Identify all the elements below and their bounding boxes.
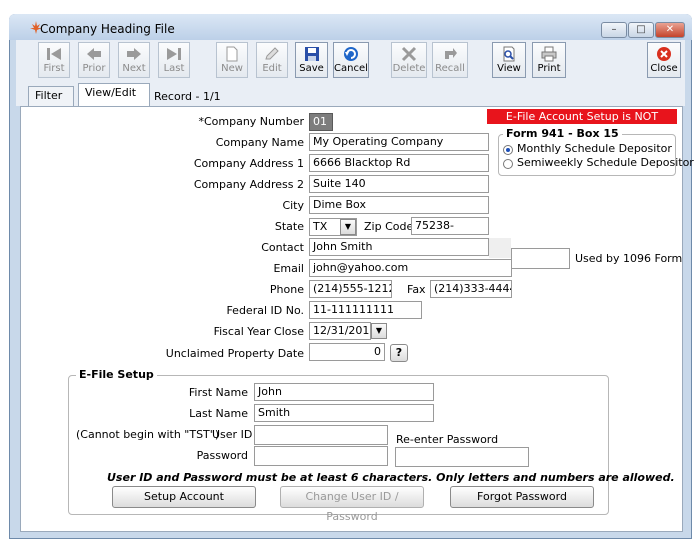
phone-field[interactable]: (214)555-1212 <box>309 280 392 298</box>
contact-label: Contact <box>261 241 304 254</box>
unclaimed-property-date-field[interactable]: 0 <box>309 343 385 361</box>
edit-button[interactable]: Edit <box>256 42 288 78</box>
city-label: City <box>282 199 304 212</box>
city-field[interactable]: Dime Box <box>309 196 489 214</box>
tab-view-edit[interactable]: View/Edit <box>78 83 150 107</box>
form-941-legend: Form 941 - Box 15 <box>503 127 622 140</box>
view-magnifier-icon <box>503 46 515 62</box>
company-address2-field[interactable]: Suite 140 <box>309 175 489 193</box>
userid-note: (Cannot begin with "TST") <box>76 428 220 441</box>
company-name-field[interactable]: My Operating Company <box>309 133 489 151</box>
credential-rule-text: User ID and Password must be at least 6 … <box>107 471 675 484</box>
fiscal-year-close-field[interactable]: 12/31/2011 <box>309 322 371 340</box>
readonly-block <box>489 238 511 258</box>
fax-field[interactable]: (214)333-4444 <box>430 280 512 298</box>
first-name-label: First Name <box>188 386 248 399</box>
tab-filter[interactable]: Filter <box>28 86 74 106</box>
undo-circle-icon <box>344 47 358 61</box>
chevron-down-icon[interactable]: ▼ <box>340 219 356 235</box>
setup-account-button[interactable]: Setup Account <box>112 486 256 508</box>
last-name-label: Last Name <box>189 407 248 420</box>
contact-field[interactable]: John Smith <box>309 238 489 256</box>
email-label: Email <box>273 262 304 275</box>
federal-id-label: Federal ID No. <box>226 304 304 317</box>
company-number-field[interactable]: 01 <box>309 113 333 131</box>
userid-label: User ID <box>212 428 253 441</box>
window-title: Company Heading File <box>40 22 175 36</box>
used-by-1096-label: Used by 1096 Form <box>575 252 683 265</box>
company-address1-field[interactable]: 6666 Blacktop Rd <box>309 154 489 172</box>
unclaimed-property-date-label: Unclaimed Property Date <box>165 347 304 360</box>
maximize-icon[interactable]: □ <box>628 22 654 38</box>
reenter-password-field[interactable] <box>395 447 529 467</box>
fax-label: Fax <box>407 283 426 296</box>
monthly-depositor-label: Monthly Schedule Depositor <box>517 142 672 155</box>
email-field[interactable]: john@yahoo.com <box>309 259 512 277</box>
zip-field[interactable]: 75238- <box>411 217 489 235</box>
cancel-button[interactable]: Cancel <box>333 42 369 78</box>
save-button[interactable]: Save <box>295 42 328 78</box>
phone-label: Phone <box>269 283 304 296</box>
delete-x-icon <box>401 46 417 62</box>
print-button[interactable]: Print <box>532 42 566 78</box>
federal-id-field[interactable]: 11-111111111 <box>309 301 422 319</box>
delete-button[interactable]: Delete <box>391 42 427 78</box>
new-document-icon <box>226 46 238 62</box>
first-button[interactable]: First <box>38 42 70 78</box>
window-close-icon[interactable]: ✕ <box>655 22 685 38</box>
company-address2-label: Company Address 2 <box>193 178 304 191</box>
password-label: Password <box>196 449 248 462</box>
company-address1-label: Company Address 1 <box>193 157 304 170</box>
recall-arrow-icon <box>445 48 457 59</box>
close-button[interactable]: Close <box>647 42 681 78</box>
efile-warning-badge: E-File Account Setup is NOT complete <box>487 109 677 138</box>
fiscal-year-close-label: Fiscal Year Close <box>213 325 304 338</box>
recall-button[interactable]: Recall <box>432 42 468 78</box>
reenter-password-label: Re-enter Password <box>396 433 499 446</box>
close-circle-icon <box>657 47 671 61</box>
change-userid-password-button[interactable]: Change User ID / Password <box>280 486 424 523</box>
prior-button[interactable]: Prior <box>78 42 110 78</box>
last-name-field[interactable]: Smith <box>254 404 434 422</box>
userid-field[interactable] <box>254 425 388 445</box>
calendar-dropdown-icon[interactable]: ▼ <box>371 323 387 339</box>
arrow-left-icon <box>87 48 101 60</box>
semiweekly-depositor-label: Semiweekly Schedule Depositor <box>517 156 694 169</box>
zip-label: Zip Code <box>364 220 414 233</box>
record-indicator: Record - 1/1 <box>154 90 221 103</box>
monthly-depositor-radio[interactable] <box>503 145 513 155</box>
minimize-icon[interactable]: – <box>601 22 627 38</box>
floppy-disk-icon <box>304 47 319 61</box>
help-button[interactable]: ? <box>390 344 408 362</box>
next-button[interactable]: Next <box>118 42 150 78</box>
password-field[interactable] <box>254 446 388 466</box>
efile-setup-legend: E-File Setup <box>76 368 157 381</box>
used-by-1096-field[interactable] <box>511 248 570 269</box>
form-941-group <box>498 134 676 176</box>
arrow-right-icon <box>127 48 141 60</box>
state-label: State <box>274 220 304 233</box>
forgot-password-button[interactable]: Forgot Password <box>450 486 594 508</box>
new-button[interactable]: New <box>216 42 248 78</box>
view-button[interactable]: View <box>492 42 526 78</box>
last-record-icon <box>167 48 181 60</box>
pencil-icon <box>265 47 279 60</box>
state-value: TX <box>313 220 328 233</box>
semiweekly-depositor-radio[interactable] <box>503 159 513 169</box>
first-record-icon <box>47 48 61 60</box>
company-number-label: *Company Number <box>198 115 304 128</box>
last-button[interactable]: Last <box>158 42 190 78</box>
first-name-field[interactable]: John <box>254 383 434 401</box>
company-name-label: Company Name <box>215 136 304 149</box>
printer-icon <box>541 46 557 62</box>
